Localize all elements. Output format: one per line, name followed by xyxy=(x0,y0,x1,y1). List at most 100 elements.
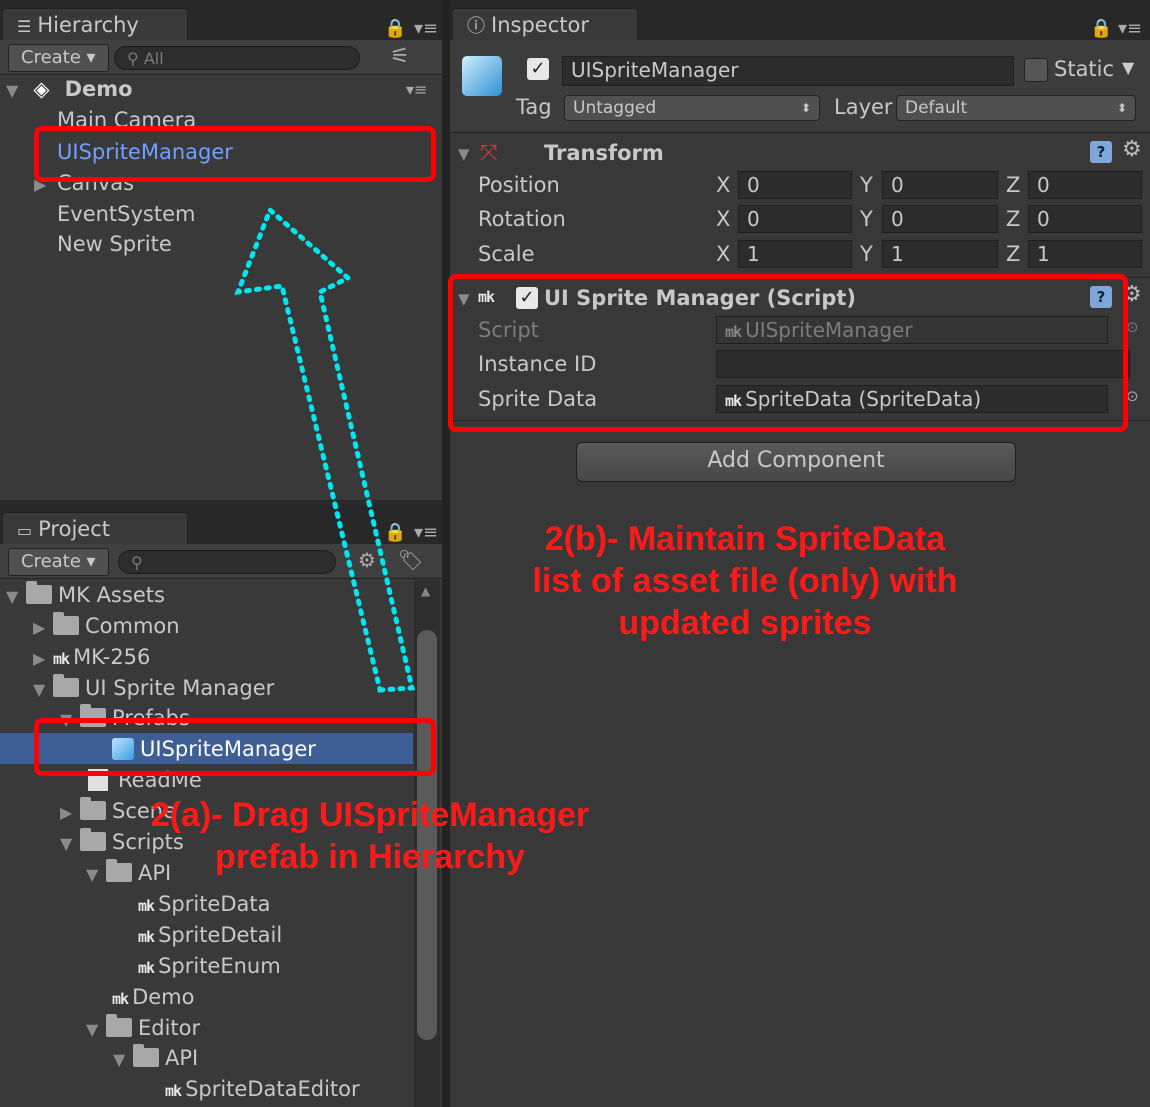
folder-icon xyxy=(133,1044,159,1067)
info-icon: ⓘ xyxy=(467,16,485,37)
axis-z-label: Z xyxy=(1006,173,1021,197)
annotation-step-b: 2(b)- Maintain SpriteData list of asset … xyxy=(500,518,990,644)
position-z-field[interactable]: 0 xyxy=(1028,171,1142,199)
lock-icon[interactable]: 🔒 xyxy=(1090,18,1112,39)
rotation-x-field[interactable]: 0 xyxy=(738,205,852,233)
mk-script-icon: mk xyxy=(138,928,155,946)
create-button[interactable]: Create ▾ xyxy=(8,44,109,72)
folder-tab-icon: ▭ xyxy=(17,521,33,540)
mk-script-icon: mk xyxy=(138,959,155,977)
filter-by-label-icon[interactable]: 🏷 xyxy=(398,548,423,572)
project-item[interactable]: mk SpriteData xyxy=(138,889,271,919)
project-item[interactable]: mk SpriteEnum xyxy=(138,951,281,981)
mk-script-icon: mk xyxy=(165,1082,182,1100)
scrollbar-up-icon[interactable]: ▲ xyxy=(421,584,430,598)
expand-arrow-icon[interactable]: ▼ xyxy=(113,1045,133,1075)
lock-icon[interactable]: 🔒 xyxy=(384,18,406,39)
lock-icon[interactable]: 🔒 xyxy=(384,522,406,543)
scene-menu-icon[interactable]: ▾≡ xyxy=(406,80,427,99)
panel-splitter[interactable] xyxy=(442,0,450,1107)
active-toggle[interactable]: ✓ xyxy=(527,58,549,80)
annotation-step-b-line3: updated sprites xyxy=(618,604,872,642)
project-item[interactable]: ▶ Common xyxy=(33,611,180,641)
layer-dropdown[interactable]: Default ⬍ xyxy=(896,95,1136,121)
rotation-y-field[interactable]: 0 xyxy=(882,205,998,233)
gameobject-header: ✓ UISpriteManager Static ▼ Tag Untagged … xyxy=(450,40,1150,133)
expand-arrow-icon[interactable]: ▼ xyxy=(33,675,53,705)
expand-arrow-icon[interactable]: ▶ xyxy=(33,644,53,674)
project-item[interactable]: ▼ UI Sprite Manager xyxy=(33,673,274,703)
create-button[interactable]: Create ▾ xyxy=(8,548,109,576)
project-item[interactable]: mk Demo xyxy=(112,982,194,1012)
mk-script-icon: mk xyxy=(112,990,129,1008)
annotation-step-b-line1: 2(b)- Maintain SpriteData xyxy=(544,520,946,558)
expand-arrow-icon[interactable]: ▼ xyxy=(6,76,26,106)
updown-icon: ⬍ xyxy=(1116,101,1127,115)
search-input[interactable]: ⚲ xyxy=(118,550,336,574)
project-item[interactable]: ▼ MK Assets xyxy=(6,580,165,610)
help-icon[interactable]: ? xyxy=(1090,141,1112,163)
expand-arrow-icon[interactable]: ▼ xyxy=(60,829,80,859)
axis-z-label: Z xyxy=(1006,242,1021,266)
scene-row[interactable]: ▼ ◈ Demo xyxy=(6,74,133,104)
transform-axes-icon: ⤧ xyxy=(480,141,498,166)
project-item[interactable]: mk SpriteDetail xyxy=(138,920,282,950)
tab-hierarchy[interactable]: ☰ Hierarchy xyxy=(2,8,188,40)
annotation-step-a-line2: prefab in Hierarchy xyxy=(215,838,525,876)
foldout-arrow-icon[interactable]: ▼ xyxy=(458,145,470,163)
project-item[interactable]: ▼ Editor xyxy=(86,1013,200,1043)
scale-label: Scale xyxy=(478,242,535,266)
search-input[interactable]: ⚲ All xyxy=(114,46,360,70)
folder-icon xyxy=(26,581,52,604)
expand-arrow-icon[interactable]: ▼ xyxy=(6,582,26,612)
transform-title[interactable]: Transform xyxy=(544,139,664,167)
project-tabbar: ▭ Project 🔒 ▾≡ xyxy=(0,504,442,544)
project-toolbar: Create ▾ ⚲ ⚙ 🏷 xyxy=(0,544,442,579)
position-y-field[interactable]: 0 xyxy=(882,171,998,199)
annotation-step-a-line1: 2(a)- Drag UISpriteManager xyxy=(150,796,590,834)
layer-label: Layer xyxy=(834,95,893,119)
mk-logo-icon: mk xyxy=(53,650,70,668)
expand-arrow-icon[interactable]: ▶ xyxy=(33,613,53,643)
expand-arrow-icon[interactable]: ▶ xyxy=(60,798,80,828)
rotation-label: Rotation xyxy=(478,207,566,231)
updown-icon: ⬍ xyxy=(800,101,811,115)
tab-project[interactable]: ▭ Project xyxy=(2,512,188,544)
position-x-field[interactable]: 0 xyxy=(738,171,852,199)
prefab-cube-icon xyxy=(462,56,502,96)
project-item[interactable]: ▼ API xyxy=(113,1043,198,1073)
project-item[interactable]: ▶ mk MK-256 xyxy=(33,642,150,672)
hierarchy-item-eventsystem[interactable]: EventSystem xyxy=(57,199,195,229)
axis-y-label: Y xyxy=(860,242,873,266)
scale-x-field[interactable]: 1 xyxy=(738,240,852,268)
static-toggle[interactable] xyxy=(1024,58,1048,82)
scale-y-field[interactable]: 1 xyxy=(882,240,998,268)
mk-script-icon: mk xyxy=(138,897,155,915)
static-dropdown-icon[interactable]: ▼ xyxy=(1122,58,1134,77)
rotation-z-field[interactable]: 0 xyxy=(1028,205,1142,233)
search-icon: ⚲ xyxy=(131,553,143,572)
annotation-step-a: 2(a)- Drag UISpriteManager prefab in Hie… xyxy=(100,794,640,878)
panel-menu-icon[interactable]: ▾≡ xyxy=(1118,18,1142,39)
folder-icon xyxy=(106,1014,132,1037)
list-icon: ☰ xyxy=(17,17,32,36)
unity-scene-icon: ◈ xyxy=(33,77,50,101)
project-item[interactable]: mk SpriteDataEditor xyxy=(165,1074,360,1104)
filter-icon[interactable]: ⚟ xyxy=(390,44,410,69)
panel-menu-icon[interactable]: ▾≡ xyxy=(414,18,438,39)
filter-by-type-icon[interactable]: ⚙ xyxy=(358,548,376,572)
hierarchy-item-new-sprite[interactable]: New Sprite xyxy=(57,229,172,259)
scale-z-field[interactable]: 1 xyxy=(1028,240,1142,268)
gear-icon[interactable]: ⚙ xyxy=(1122,137,1142,162)
axis-x-label: X xyxy=(716,207,731,231)
panel-menu-icon[interactable]: ▾≡ xyxy=(414,522,438,543)
folder-icon xyxy=(53,674,79,697)
axis-z-label: Z xyxy=(1006,207,1021,231)
tag-dropdown[interactable]: Untagged ⬍ xyxy=(564,95,820,121)
add-component-button[interactable]: Add Component xyxy=(576,442,1016,482)
tab-inspector[interactable]: ⓘ Inspector xyxy=(452,8,638,40)
object-name-input[interactable]: UISpriteManager xyxy=(562,56,1014,86)
axis-y-label: Y xyxy=(860,173,873,197)
inspector-tabbar: ⓘ Inspector 🔒 ▾≡ xyxy=(450,0,1150,40)
expand-arrow-icon[interactable]: ▼ xyxy=(86,1015,106,1045)
